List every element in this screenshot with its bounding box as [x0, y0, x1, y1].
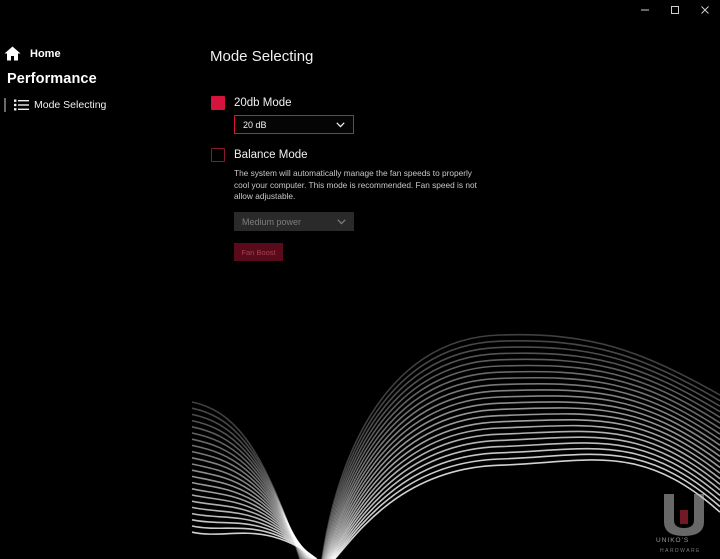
wave-line-left — [191, 475, 311, 559]
list-icon — [14, 99, 29, 111]
balance-mode-label: Balance Mode — [234, 149, 308, 161]
close-icon — [701, 6, 709, 14]
balance-mode-description: The system will automatically manage the… — [234, 168, 477, 201]
watermark-text: UNIKO'S — [656, 537, 690, 544]
minimize-button[interactable] — [630, 0, 660, 20]
home-icon — [4, 46, 21, 61]
20db-mode-label: 20db Mode — [234, 97, 292, 109]
sidebar-item-label: Mode Selecting — [34, 99, 107, 111]
sidebar-item-home-label: Home — [30, 47, 61, 60]
20db-level-dropdown[interactable]: 20 dB — [234, 115, 354, 134]
window-controls — [630, 0, 720, 20]
sidebar-item-mode-selecting[interactable]: Mode Selecting — [4, 98, 106, 112]
sidebar: Home Performance Mode Selecting — [0, 0, 190, 559]
fan-boost-button[interactable]: Fan Boost — [234, 243, 283, 261]
wave-line-left — [191, 512, 315, 559]
option-20db-mode[interactable]: 20db Mode — [211, 96, 292, 110]
20db-mode-checkbox[interactable] — [211, 96, 225, 110]
selection-marker — [4, 98, 6, 112]
option-balance-mode[interactable]: Balance Mode — [211, 148, 308, 162]
wave-line-left — [191, 469, 310, 559]
watermark-logo — [664, 494, 704, 536]
balance-mode-checkbox[interactable] — [211, 148, 225, 162]
sidebar-item-home[interactable]: Home — [4, 46, 61, 61]
chevron-down-icon — [336, 121, 345, 127]
section-title: Performance — [7, 71, 97, 87]
close-button[interactable] — [690, 0, 720, 20]
watermark-subtext: HARDWARE — [660, 548, 701, 554]
power-level-dropdown[interactable]: Medium power — [234, 212, 354, 231]
maximize-icon — [671, 6, 679, 14]
20db-level-value: 20 dB — [243, 119, 267, 130]
minimize-icon — [641, 9, 649, 11]
power-level-value: Medium power — [242, 216, 302, 227]
page-title: Mode Selecting — [210, 48, 314, 65]
maximize-button[interactable] — [660, 0, 690, 20]
chevron-down-icon — [337, 218, 346, 224]
